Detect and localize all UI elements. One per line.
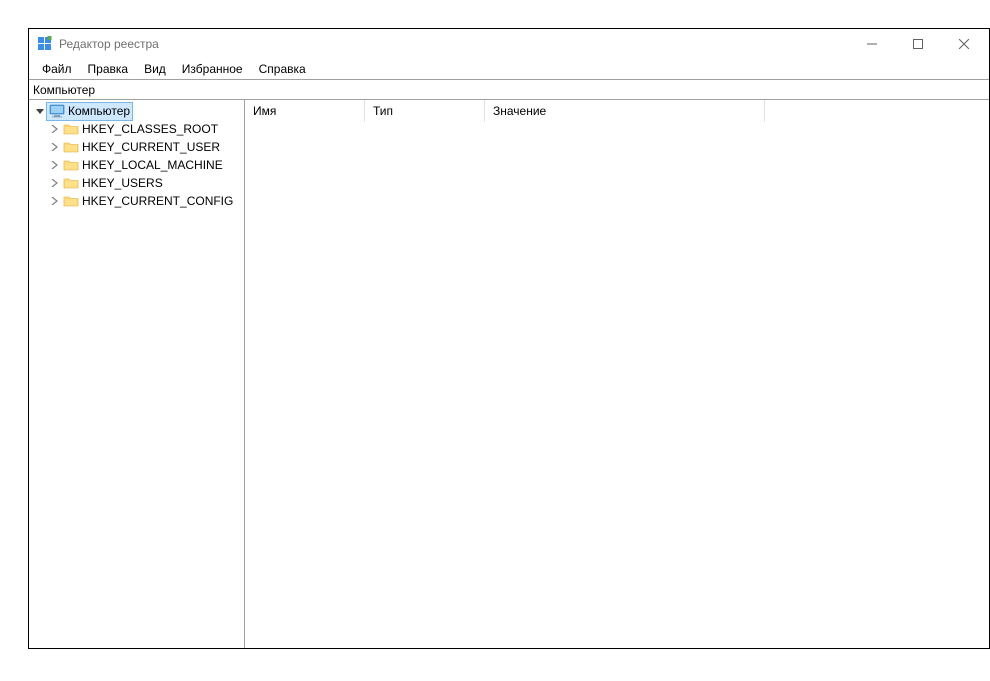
titlebar[interactable]: Редактор реестра bbox=[29, 29, 989, 59]
tree-label: HKEY_CURRENT_CONFIG bbox=[82, 194, 233, 208]
chevron-right-icon[interactable] bbox=[47, 194, 61, 208]
menu-help[interactable]: Справка bbox=[252, 60, 313, 78]
menu-edit[interactable]: Правка bbox=[81, 60, 136, 78]
menu-view[interactable]: Вид bbox=[137, 60, 173, 78]
tree-label: HKEY_CURRENT_USER bbox=[82, 140, 220, 154]
tree-label: Компьютер bbox=[68, 104, 130, 118]
minimize-button[interactable] bbox=[849, 29, 895, 59]
menu-favorites[interactable]: Избранное bbox=[175, 60, 250, 78]
chevron-right-icon[interactable] bbox=[47, 122, 61, 136]
tree-label: HKEY_CLASSES_ROOT bbox=[82, 122, 218, 136]
menubar: Файл Правка Вид Избранное Справка bbox=[29, 59, 989, 79]
list-pane[interactable]: Имя Тип Значение bbox=[245, 100, 989, 648]
chevron-right-icon[interactable] bbox=[47, 158, 61, 172]
tree-node-computer[interactable]: Компьютер bbox=[29, 102, 244, 120]
address-path: Компьютер bbox=[33, 83, 95, 97]
close-button[interactable] bbox=[941, 29, 987, 59]
tree-node-hkey-current-user[interactable]: HKEY_CURRENT_USER bbox=[29, 138, 244, 156]
window-controls bbox=[849, 29, 987, 59]
maximize-button[interactable] bbox=[895, 29, 941, 59]
tree-label: HKEY_LOCAL_MACHINE bbox=[82, 158, 223, 172]
tree-label: HKEY_USERS bbox=[82, 176, 163, 190]
chevron-right-icon[interactable] bbox=[47, 176, 61, 190]
menu-file[interactable]: Файл bbox=[35, 60, 79, 78]
tree-node-hkey-local-machine[interactable]: HKEY_LOCAL_MACHINE bbox=[29, 156, 244, 174]
folder-icon bbox=[63, 194, 79, 208]
column-header-value[interactable]: Значение bbox=[485, 100, 765, 122]
registry-editor-window: Редактор реестра Файл Правка Вид Избранн… bbox=[28, 28, 990, 649]
address-bar[interactable]: Компьютер bbox=[29, 79, 989, 100]
tree-node-hkey-current-config[interactable]: HKEY_CURRENT_CONFIG bbox=[29, 192, 244, 210]
tree-pane[interactable]: Компьютер HKEY_CLASSES_ROOT bbox=[29, 100, 245, 648]
folder-icon bbox=[63, 158, 79, 172]
chevron-down-icon[interactable] bbox=[33, 104, 47, 118]
content-area: Компьютер HKEY_CLASSES_ROOT bbox=[29, 100, 989, 648]
computer-icon bbox=[49, 104, 65, 118]
list-header: Имя Тип Значение bbox=[245, 100, 989, 122]
folder-icon bbox=[63, 140, 79, 154]
column-header-name[interactable]: Имя bbox=[245, 100, 365, 122]
folder-icon bbox=[63, 176, 79, 190]
column-header-type[interactable]: Тип bbox=[365, 100, 485, 122]
app-icon bbox=[37, 36, 53, 52]
tree-node-hkey-users[interactable]: HKEY_USERS bbox=[29, 174, 244, 192]
chevron-right-icon[interactable] bbox=[47, 140, 61, 154]
list-body[interactable] bbox=[245, 122, 989, 648]
window-title: Редактор реестра bbox=[59, 37, 849, 51]
tree-node-hkey-classes-root[interactable]: HKEY_CLASSES_ROOT bbox=[29, 120, 244, 138]
folder-icon bbox=[63, 122, 79, 136]
